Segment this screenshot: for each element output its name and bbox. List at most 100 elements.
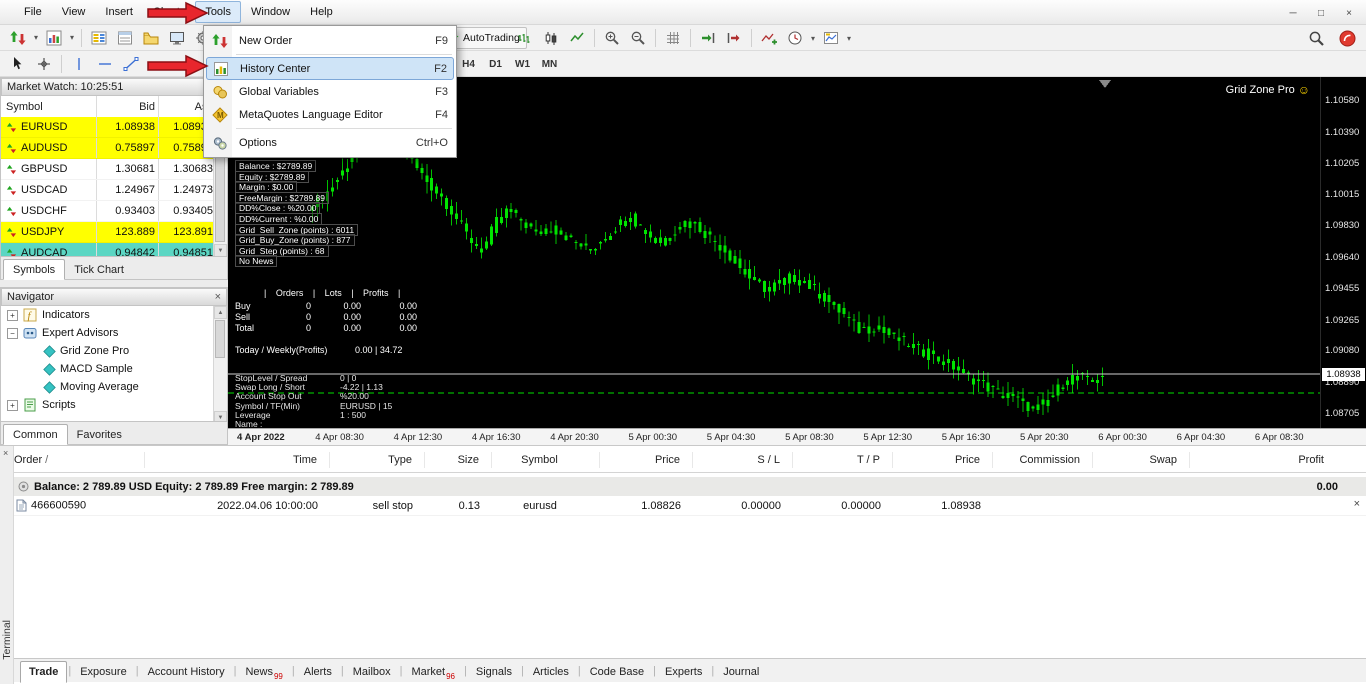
terminal-toggle-icon[interactable] (164, 26, 190, 50)
menubar-item-insert[interactable]: Insert (95, 1, 143, 23)
new-order-icon[interactable] (5, 26, 31, 50)
terminal-column-price[interactable]: Price (600, 452, 693, 468)
market-watch-row-usdcad[interactable]: USDCAD 1.24967 1.24973 (1, 180, 215, 201)
cursor-icon[interactable] (5, 52, 31, 76)
close-icon[interactable]: × (215, 291, 221, 303)
close-icon[interactable]: × (1336, 3, 1362, 23)
navigator-icon[interactable] (138, 26, 164, 50)
timeframe-w1[interactable]: W1 (509, 54, 536, 74)
balance-row[interactable]: Balance: 2 789.89 USD Equity: 2 789.89 F… (14, 477, 1366, 496)
expand-icon[interactable]: + (7, 399, 18, 411)
terminal-tab-experts[interactable]: Experts (657, 662, 710, 682)
candlestick-icon[interactable] (538, 26, 564, 50)
terminal-tab-alerts[interactable]: Alerts (296, 662, 340, 682)
timeframe-h4[interactable]: H4 (455, 54, 482, 74)
navigator-item-grid-zone-pro[interactable]: Grid Zone Pro (1, 342, 214, 360)
terminal-column-commission[interactable]: Commission (993, 452, 1093, 468)
market-watch-row-usdjpy[interactable]: USDJPY 123.889 123.891 (1, 222, 215, 243)
time-axis[interactable]: 4 Apr 2022 4 Apr 08:30 4 Apr 12:30 4 Apr 16… (228, 428, 1366, 445)
zoom-in-icon[interactable] (599, 26, 625, 50)
terminal-column-profit[interactable]: Profit (1190, 452, 1352, 468)
terminal-tab-journal[interactable]: Journal (715, 662, 767, 682)
crosshair-icon[interactable] (31, 52, 57, 76)
community-icon[interactable] (1334, 26, 1360, 50)
auto-scroll-icon[interactable] (695, 26, 721, 50)
close-order-icon[interactable]: × (1354, 498, 1360, 510)
dropdown-arrow-icon[interactable]: ▾ (67, 33, 77, 42)
terminal-column-type[interactable]: Type (330, 452, 425, 468)
indicators-add-icon[interactable] (756, 26, 782, 50)
zoom-out-icon[interactable] (625, 26, 651, 50)
market-watch-tab-symbols[interactable]: Symbols (3, 259, 66, 280)
navigator-item-expert-advisors[interactable]: − Expert Advisors (1, 324, 214, 342)
market-watch-titlebar[interactable]: Market Watch: 10:25:51 × (1, 78, 227, 96)
market-watch-row-usdchf[interactable]: USDCHF 0.93403 0.93405 (1, 201, 215, 222)
terminal-column-symbol[interactable]: Symbol (492, 452, 600, 468)
collapse-icon[interactable]: − (7, 327, 18, 339)
timeframe-mn[interactable]: MN (536, 54, 563, 74)
terminal-tab-code-base[interactable]: Code Base (582, 662, 652, 682)
terminal-column-order[interactable]: Order / (14, 452, 145, 468)
terminal-tab-mailbox[interactable]: Mailbox (345, 662, 399, 682)
navigator-item-moving-average[interactable]: Moving Average (1, 378, 214, 396)
column-header-bid[interactable]: Bid (97, 96, 159, 117)
market-watch-tab-tick-chart[interactable]: Tick Chart (65, 260, 133, 279)
menubar-item-view[interactable]: View (52, 1, 96, 23)
menu-item-options[interactable]: Options Ctrl+O (204, 131, 456, 154)
search-icon[interactable] (1303, 26, 1329, 50)
terminal-tab-account-history[interactable]: Account History (140, 662, 233, 682)
close-icon[interactable]: × (3, 449, 8, 458)
expand-icon[interactable]: + (7, 309, 18, 321)
terminal-tab-news[interactable]: News 99 (237, 662, 290, 682)
scrollbar-thumb[interactable] (215, 320, 225, 358)
dropdown-arrow-icon[interactable]: ▾ (844, 34, 854, 43)
data-window-icon[interactable] (112, 26, 138, 50)
menu-item-history-center[interactable]: History Center F2 (206, 57, 454, 80)
minimize-icon[interactable]: ─ (1280, 3, 1306, 23)
navigator-tab-common[interactable]: Common (3, 424, 68, 445)
vertical-line-icon[interactable] (66, 52, 92, 76)
menubar-item-help[interactable]: Help (300, 1, 343, 23)
dropdown-arrow-icon[interactable]: ▾ (31, 33, 41, 42)
menubar-item-window[interactable]: Window (241, 1, 300, 23)
templates-icon[interactable] (818, 26, 844, 50)
navigator-titlebar[interactable]: Navigator × (1, 288, 227, 306)
line-chart-icon[interactable] (564, 26, 590, 50)
order-row[interactable]: 466600590 2022.04.06 10:00:00 sell stop 0.1… (14, 496, 1366, 516)
market-watch-row-gbpusd[interactable]: GBPUSD 1.30681 1.30683 (1, 159, 215, 180)
periods-icon[interactable] (782, 26, 808, 50)
market-watch-row-eurusd[interactable]: EURUSD 1.08938 1.08938 (1, 117, 215, 138)
scroll-up-icon[interactable]: ▲ (214, 306, 227, 319)
menu-item-new-order[interactable]: New Order F9 (204, 29, 456, 52)
trendline-icon[interactable] (118, 52, 144, 76)
terminal-tab-exposure[interactable]: Exposure (72, 662, 134, 682)
menubar-item-file[interactable]: File (14, 1, 52, 23)
menu-item-metaquotes-language-editor[interactable]: M MetaQuotes Language Editor F4 (204, 103, 456, 126)
market-watch-row-audusd[interactable]: AUDUSD 0.75897 0.75897 (1, 138, 215, 159)
profiles-chart-icon[interactable] (41, 26, 67, 50)
navigator-item-indicators[interactable]: + f Indicators (1, 306, 214, 324)
terminal-column-time[interactable]: Time (145, 452, 330, 468)
terminal-column-size[interactable]: Size (425, 452, 492, 468)
chart-shift-icon[interactable] (721, 26, 747, 50)
terminal-column-tp[interactable]: T / P (793, 452, 893, 468)
column-header-symbol[interactable]: Symbol (1, 96, 97, 117)
horizontal-line-icon[interactable] (92, 52, 118, 76)
terminal-column-swap[interactable]: Swap (1093, 452, 1190, 468)
terminal-tab-market[interactable]: Market 96 (403, 662, 463, 682)
terminal-column-price2[interactable]: Price (893, 452, 993, 468)
grid-icon[interactable] (660, 26, 686, 50)
restore-icon[interactable]: □ (1308, 3, 1334, 23)
navigator-tab-favorites[interactable]: Favorites (68, 425, 131, 444)
terminal-tab-trade[interactable]: Trade (20, 661, 68, 683)
timeframe-d1[interactable]: D1 (482, 54, 509, 74)
terminal-tab-signals[interactable]: Signals (468, 662, 520, 682)
terminal-column-sl[interactable]: S / L (693, 452, 793, 468)
terminal-tab-articles[interactable]: Articles (525, 662, 577, 682)
navigator-item-macd-sample[interactable]: MACD Sample (1, 360, 214, 378)
navigator-item-scripts[interactable]: + Scripts (1, 396, 214, 414)
market-watch-icon[interactable] (86, 26, 112, 50)
price-scale[interactable]: 1.08938 1.10580 1.10390 1.10205 1.10015 1.09… (1320, 77, 1366, 428)
bar-chart-icon[interactable] (512, 26, 538, 50)
navigator-scrollbar[interactable]: ▲ ▼ (213, 306, 227, 424)
